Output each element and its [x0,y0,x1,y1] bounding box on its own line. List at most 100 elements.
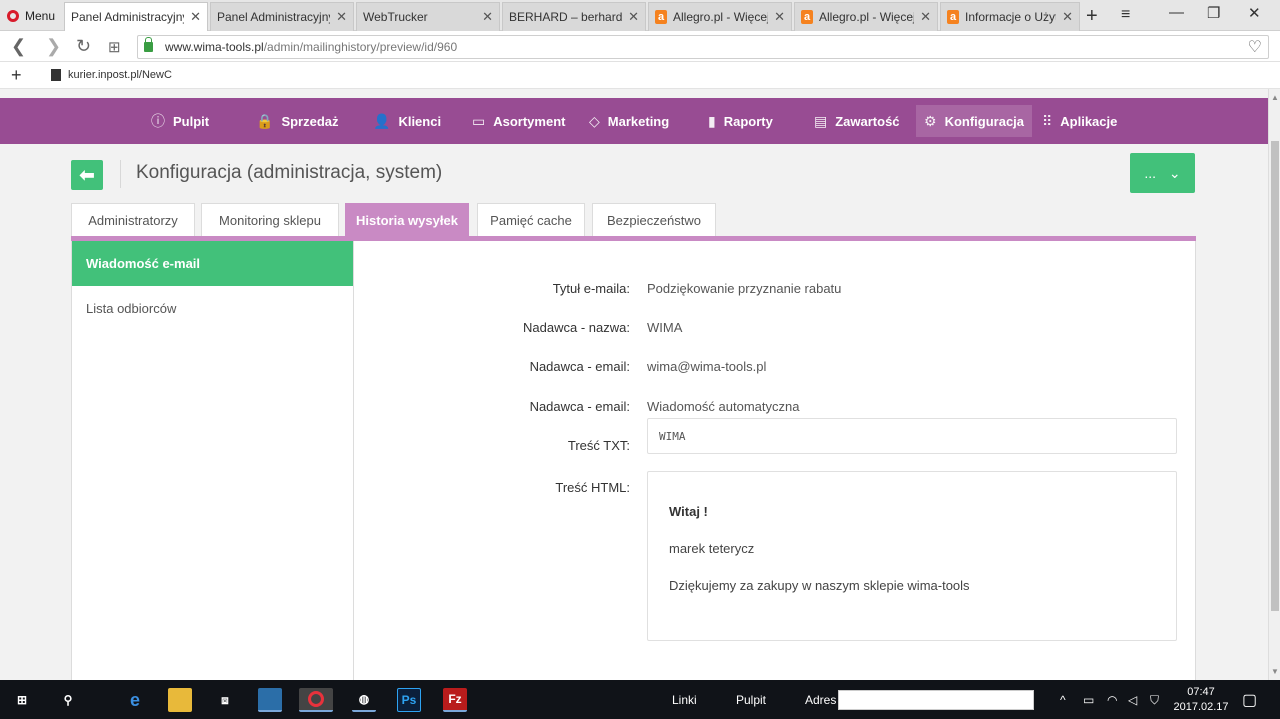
nav-item-klienci[interactable]: 👤 Klienci [365,105,449,137]
photoshop-icon[interactable]: Ps [397,688,421,712]
wifi-icon[interactable]: ◠ [1107,693,1117,707]
new-tab-icon[interactable]: + [1086,5,1098,28]
maximize-icon[interactable]: ❐ [1207,4,1220,22]
browser-tab[interactable]: BERHARD – berhard ✕ [502,2,646,31]
subject-label: Tytuł e-maila: [552,281,630,296]
notifications-icon[interactable]: ▢ [1242,690,1257,710]
reload-icon[interactable]: ↻ [76,36,91,57]
store-icon[interactable]: ⧈ [213,688,237,712]
box-icon: ▭ [472,112,486,129]
tab-monitoring-sklepu[interactable]: Monitoring sklepu [201,203,339,236]
browser-tab[interactable]: Panel Administracyjny ✕ [210,2,354,31]
nav-item-zawartosc[interactable]: ▤ Zawartość [806,105,908,137]
gear-icon: ⚙ [924,112,937,129]
opera-taskbar-icon[interactable] [299,688,333,712]
url-field[interactable]: www.wima-tools.pl /admin/mailinghistory/… [137,35,1269,59]
allegro-icon: a [655,10,667,24]
nav-item-sprzedaz[interactable]: 🔒 Sprzedaż [248,105,347,137]
nav-item-asortyment[interactable]: ▭ Asortyment [464,105,573,137]
txt-label: Treść TXT: [567,438,630,453]
taskbar-pulpit-label[interactable]: Pulpit [736,693,766,707]
battery-icon[interactable]: ▭ [1083,693,1094,707]
txt-content-box: WIMA [647,418,1177,454]
scroll-up-icon[interactable]: ▲ [1271,93,1279,102]
tab-pamiec-cache[interactable]: Pamięć cache [477,203,585,236]
close-icon[interactable]: ✕ [482,9,493,25]
clock-time: 07:47 [1187,686,1215,698]
page-scrollbar[interactable]: ▲ ▼ [1268,89,1280,680]
taskbar-clock[interactable]: 07:47 2017.02.17 [1172,685,1230,715]
sender-email-label: Nadawca - email: [529,359,630,374]
tab-bezpieczenstwo[interactable]: Bezpieczeństwo [592,203,716,236]
browser-tab[interactable]: a Informacje o Użytkowniku ✕ [940,2,1080,31]
bookmarks-bar: + kurier.inpost.pl/NewC [0,62,1280,89]
window-close-icon[interactable]: ✕ [1248,4,1261,22]
close-icon[interactable]: ✕ [920,9,931,25]
sender-name-value: WIMA [647,320,683,335]
scroll-down-icon[interactable]: ▼ [1271,667,1279,676]
sender-email-value: wima@wima-tools.pl [647,359,767,374]
scroll-thumb[interactable] [1271,141,1279,611]
search-icon[interactable]: ⚲ [56,688,80,712]
sidebar-item-lista-odbiorcow[interactable]: Lista odbiorców [72,286,353,331]
close-icon[interactable]: ✕ [628,9,639,25]
sidebar: Wiadomość e-mail Lista odbiorców [72,241,354,680]
globe-icon[interactable]: ◍ [352,688,376,712]
tray-chevron-icon[interactable]: ^ [1060,693,1066,707]
volume-icon[interactable]: ◁ [1128,693,1137,707]
title-divider [120,160,121,188]
more-actions-button[interactable]: ... ⌄ [1130,153,1195,193]
taskbar-links-label[interactable]: Linki [672,693,697,707]
back-icon[interactable]: ❮ [11,36,26,57]
filezilla-icon[interactable]: Fz [443,688,467,712]
allegro-icon: a [947,10,959,24]
browser-tab[interactable]: a Allegro.pl - Więcej ✕ [648,2,792,31]
speed-dial-icon[interactable]: ⊞ [108,38,121,56]
bookmark-label: kurier.inpost.pl/NewC [68,69,172,81]
sender-email2-label: Nadawca - email: [529,399,630,414]
tab-menu-icon[interactable]: ≡ [1121,6,1130,24]
tab-historia-wysylek[interactable]: Historia wysyłek [345,203,469,236]
bookmark-heart-icon[interactable]: ♡ [1248,37,1262,57]
edge-icon[interactable]: e [123,688,147,712]
minimize-icon[interactable]: — [1169,4,1184,21]
info-icon: ⓘ [151,113,165,129]
browser-tab[interactable]: Panel Administracyjny ✕ [64,2,208,31]
content-panel: Wiadomość e-mail Lista odbiorców Tytuł e… [71,241,1196,680]
taskbar-address-label: Adres [805,693,837,707]
url-path: /admin/mailinghistory/preview/id/960 [263,40,458,54]
nav-item-aplikacje[interactable]: ⠿ Aplikacje [1034,105,1125,137]
back-button[interactable]: ⬅ [71,160,103,190]
more-actions-label: ... [1144,165,1157,181]
browser-tab[interactable]: a Allegro.pl - Więcej ✕ [794,2,938,31]
forward-icon[interactable]: ❯ [46,36,61,57]
shield-icon[interactable]: ⛉ [1150,693,1159,708]
opera-menu-button[interactable]: Menu [0,0,63,31]
windows-start-icon[interactable]: ⊞ [10,688,34,712]
close-icon[interactable]: ✕ [336,9,347,25]
browser-tab-bar: Menu Panel Administracyjny ✕ Panel Admin… [0,0,1280,31]
nav-item-marketing[interactable]: ◇ Marketing [581,105,677,137]
close-icon[interactable]: ✕ [1062,9,1073,25]
control-panel-icon[interactable] [258,688,282,712]
browser-tab[interactable]: WebTrucker ✕ [356,2,500,31]
sender-email2-value: Wiadomość automatyczna [647,399,800,414]
sidebar-item-wiadomosc[interactable]: Wiadomość e-mail [72,241,353,286]
close-icon[interactable]: ✕ [774,9,785,25]
nav-item-pulpit[interactable]: ⓘ Pulpit [143,105,217,137]
user-icon: 👤 [373,112,391,129]
close-icon[interactable]: ✕ [190,9,201,25]
taskbar-address-field[interactable] [838,690,1034,710]
add-bookmark-icon[interactable]: + [11,65,22,86]
file-explorer-icon[interactable] [168,688,192,712]
lock-icon: 🔒 [256,112,274,129]
bookmark-item[interactable]: kurier.inpost.pl/NewC [51,69,172,81]
lock-icon [144,37,153,52]
windows-taskbar: ⊞ ⚲ e ⧈ ◍ Ps Fz Linki Pulpit Adres ^ ▭ ◠… [0,680,1280,719]
tab-administratorzy[interactable]: Administratorzy [71,203,195,236]
txt-content: WIMA [659,429,686,443]
nav-item-konfiguracja[interactable]: ⚙ Konfiguracja [916,105,1033,137]
url-host: www.wima-tools.pl [165,40,264,54]
html-name: marek teterycz [669,541,755,556]
nav-item-raporty[interactable]: ▮ Raporty [700,105,781,137]
